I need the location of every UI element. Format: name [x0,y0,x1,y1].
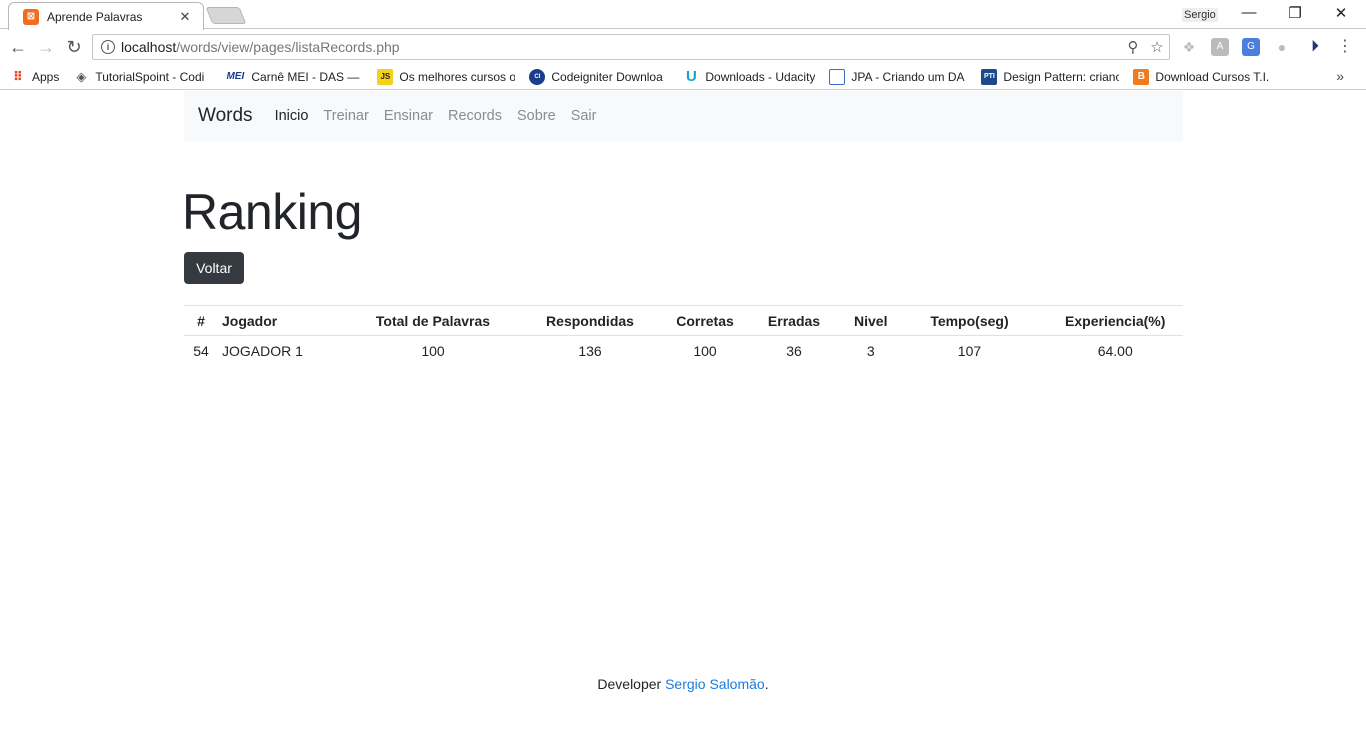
bookmark-star-icon[interactable]: ☆ [1145,38,1169,56]
udacity-icon: U [685,68,697,85]
developer-link[interactable]: Sergio Salomão [665,676,765,692]
browser-toolbar: ← → ↻ i localhost/words/view/pages/lista… [0,30,1366,64]
blogger-icon: B [1133,68,1150,85]
play-extension-icon[interactable]: ⏵ [1306,38,1324,56]
dropbox-icon[interactable]: ❖ [1180,38,1198,56]
nav-link-inicio[interactable]: Inicio [275,108,309,124]
footer-suffix: . [764,676,769,692]
bookmark-codeigniter[interactable]: CI Codeigniter Downloa [529,68,669,85]
browser-tab-strip: ⊠ Aprende Palavras ✕ Sergio — ❐ ✕ [0,0,1366,30]
cell-answered: 136 [578,343,602,360]
bookmark-design-pattern[interactable]: PTI Design Pattern: crianc [981,68,1120,85]
profile-name[interactable]: Sergio [1182,8,1218,22]
page-icon [829,68,846,85]
table-row: 54 JOGADOR 1 100 136 100 36 3 107 64.00 [184,336,1183,367]
column-header: Nivel [850,305,892,336]
restore-icon[interactable]: ❐ [1272,4,1318,22]
bookmark-label: Codeigniter Downloa [551,69,663,84]
bookmark-label: Design Pattern: crianc [1003,69,1120,84]
bookmark-jpa[interactable]: JPA - Criando um DA [829,68,967,85]
column-header: # [184,305,218,336]
column-header: Respondidas [508,305,672,336]
xampp-favicon-icon: ⊠ [23,8,39,25]
cell-correct: 100 [693,343,717,360]
nav-link-sobre[interactable]: Sobre [517,108,556,124]
tab-title: Aprende Palavras [47,9,143,24]
page-footer: Developer Sergio Salomão. [0,676,1366,692]
column-header: Total de Palavras [358,305,508,336]
browser-tab[interactable]: ⊠ Aprende Palavras ✕ [8,2,204,30]
bookmark-label: Apps [32,69,60,84]
records-table: # Jogador Total de Palavras Respondidas … [184,305,1183,367]
nav-link-records[interactable]: Records [448,108,502,124]
bookmark-label: Download Cursos T.I. [1155,69,1270,84]
address-bar[interactable]: i localhost/words/view/pages/listaRecord… [92,34,1170,60]
info-icon[interactable]: i [101,40,115,54]
cell-time: 107 [957,343,982,360]
mei-icon: MEI [226,71,245,82]
bookmark-mei[interactable]: MEI Carnê MEI - DAS — P [225,69,363,85]
tutorialspoint-icon: ◈ [76,68,87,84]
more-bookmarks-icon[interactable]: » [1336,68,1344,84]
nav-link-ensinar[interactable]: Ensinar [384,108,433,124]
bookmark-apps[interactable]: ⠿ Apps [10,69,59,85]
close-tab-icon[interactable]: ✕ [177,9,193,25]
url-text[interactable]: localhost/words/view/pages/listaRecords.… [121,39,1121,55]
site-navbar: Words Inicio Treinar Ensinar Records Sob… [184,91,1183,141]
nav-link-sair[interactable]: Sair [571,108,597,124]
js-icon: JS [377,68,394,85]
column-header: Jogador [218,305,358,336]
page-title: Ranking [182,184,362,240]
page-content: Words Inicio Treinar Ensinar Records Sob… [0,91,1366,738]
column-header: Tempo(seg) [891,305,1048,336]
minimize-icon[interactable]: — [1226,4,1272,21]
bookmark-udacity[interactable]: U Downloads - Udacity [683,69,815,85]
menu-dots-icon[interactable]: ⋮ [1336,38,1354,56]
new-tab-button[interactable] [205,7,247,24]
url-path: /words/view/pages/listaRecords.php [176,39,400,55]
cell-total-words: 100 [421,343,445,360]
footer-prefix: Developer [597,676,666,692]
codeigniter-icon: CI [529,68,546,85]
cell-rank: 54 [193,343,209,360]
cell-player: JOGADOR 1 [222,343,303,360]
back-arrow-icon[interactable]: ← [7,36,29,58]
extension-icon[interactable]: ● [1273,38,1291,56]
nav-link-treinar[interactable]: Treinar [323,108,368,124]
column-header: Corretas [672,305,738,336]
apps-grid-icon: ⠿ [12,68,24,84]
cell-level: 3 [866,343,875,360]
close-window-icon[interactable]: ✕ [1318,4,1364,22]
column-header: Experiencia(%) [1047,305,1183,336]
pti-icon: PTI [981,68,998,85]
bookmark-label: Carnê MEI - DAS — P [251,69,364,84]
cell-experience: 64.00 [1097,343,1133,360]
bookmarks-bar: ⠿ Apps ◈ TutorialSpoint - Codi MEI Carnê… [0,64,1366,90]
column-header: Erradas [738,305,850,336]
table-header-row: # Jogador Total de Palavras Respondidas … [184,305,1183,336]
forward-arrow-icon[interactable]: → [35,36,57,58]
pdf-icon[interactable]: A [1211,38,1229,56]
url-host: localhost [121,39,177,55]
bookmark-label: Os melhores cursos o [399,69,516,84]
reload-icon[interactable]: ↻ [63,36,85,58]
back-button[interactable]: Voltar [184,252,244,284]
bookmark-cursos[interactable]: JS Os melhores cursos o [377,68,516,85]
bookmark-label: JPA - Criando um DA [851,69,965,84]
zoom-icon[interactable]: ⚲ [1121,38,1145,56]
bookmark-download-cursos[interactable]: B Download Cursos T.I. [1133,68,1270,85]
cell-wrong: 36 [786,343,802,360]
navbar-brand[interactable]: Words [198,105,253,127]
translate-icon[interactable]: G [1242,38,1260,56]
bookmark-label: TutorialSpoint - Codi [95,69,205,84]
bookmark-label: Downloads - Udacity [705,69,816,84]
bookmark-tutorialspoint[interactable]: ◈ TutorialSpoint - Codi [73,69,211,85]
